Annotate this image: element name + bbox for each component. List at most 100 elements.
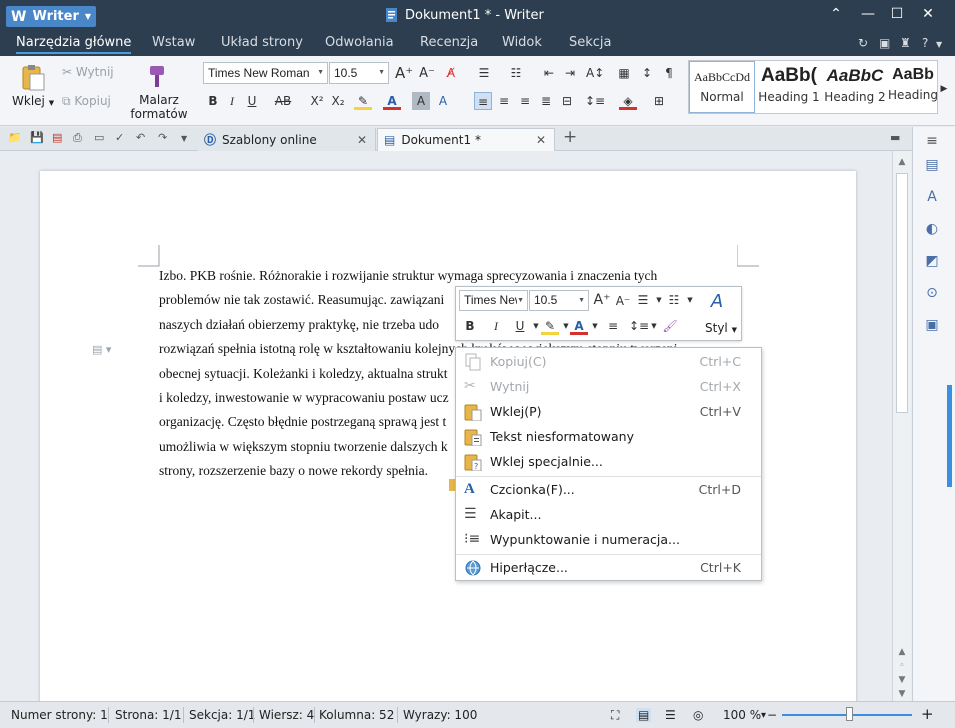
tab-review[interactable]: Recenzja xyxy=(420,35,478,50)
paste-icon[interactable] xyxy=(20,64,46,92)
mini-font-color-dropdown-icon[interactable]: ▼ xyxy=(586,317,604,335)
print-icon[interactable]: ⎙ xyxy=(73,131,82,145)
menu-item-paste[interactable]: Wklej(P) Ctrl+V xyxy=(456,400,761,424)
menu-item-copy[interactable]: Kopiuj(C) Ctrl+C xyxy=(456,350,761,374)
format-painter-icon[interactable] xyxy=(145,64,169,90)
decrease-indent-icon[interactable]: ⇤ xyxy=(540,64,558,82)
sidebar-menu-icon[interactable]: ≡ xyxy=(923,133,941,151)
style-heading-2[interactable]: AaBbC Heading 2 xyxy=(822,61,888,113)
bold-icon[interactable]: B xyxy=(204,92,222,110)
mini-font-name-select[interactable]: Times New Roman▼ xyxy=(459,290,528,311)
highlight-icon[interactable]: ✎ xyxy=(354,92,372,110)
font-name-select[interactable]: Times New Roman ▼ xyxy=(203,62,328,84)
selection-pane-icon[interactable]: ◩ xyxy=(923,253,941,271)
help-button[interactable]: ? xyxy=(922,36,928,50)
undo-icon[interactable]: ↶ xyxy=(136,131,145,144)
app-menu-button[interactable]: W Writer ▼ xyxy=(6,6,96,27)
backup-pane-icon[interactable]: ⊙ xyxy=(923,285,941,303)
table-icon[interactable]: ▦ xyxy=(615,64,633,82)
subscript-icon[interactable]: X₂ xyxy=(329,92,347,110)
mini-shrink-font-icon[interactable]: A⁻ xyxy=(614,292,632,310)
redo-icon[interactable]: ↷ xyxy=(158,131,167,144)
web-view-icon[interactable]: ◎ xyxy=(693,708,703,722)
styles-scroll-icon[interactable]: ▶ xyxy=(938,80,950,98)
menu-item-hyperlink[interactable]: Hiperłącze... Ctrl+K xyxy=(456,556,761,580)
shapes-pane-icon[interactable]: ◐ xyxy=(923,221,941,239)
tab-view[interactable]: Widok xyxy=(502,35,542,50)
quick-access-dropdown-icon[interactable]: ▼ xyxy=(181,134,187,143)
close-button[interactable]: ✕ xyxy=(918,6,938,22)
limit-editing-icon[interactable]: ▣ xyxy=(923,317,941,335)
menu-item-paragraph[interactable]: ☰ Akapit... xyxy=(456,503,761,527)
grow-font-icon[interactable]: A⁺ xyxy=(395,64,413,82)
select-browse-icon[interactable]: ◦ xyxy=(896,661,908,671)
char-shading-icon[interactable]: A xyxy=(412,92,430,110)
align-right-icon[interactable]: ≡ xyxy=(516,92,534,110)
font-size-select[interactable]: 10.5 ▼ xyxy=(329,62,389,84)
spell-check-icon[interactable]: ✓ xyxy=(115,131,124,144)
increase-indent-icon[interactable]: ⇥ xyxy=(561,64,579,82)
scroll-up-icon[interactable]: ▲ xyxy=(896,157,908,167)
menu-item-bullets-numbering[interactable]: ⁝≡ Wypunktowanie i numeracja... xyxy=(456,528,761,552)
new-doc-pane-icon[interactable]: ▤ xyxy=(923,157,941,175)
superscript-icon[interactable]: X² xyxy=(308,92,326,110)
mini-grow-font-icon[interactable]: A⁺ xyxy=(593,291,611,309)
style-heading-1[interactable]: AaBb( Heading 1 xyxy=(756,61,822,113)
zoom-level[interactable]: 100 % xyxy=(723,708,761,722)
minimize-button[interactable]: — xyxy=(858,6,878,22)
print-preview-icon[interactable]: ▭ xyxy=(94,131,104,144)
align-center-icon[interactable]: ≡ xyxy=(495,92,513,110)
borders-icon[interactable]: ⊞ xyxy=(650,92,668,110)
scroll-down-icon[interactable]: ▼ xyxy=(896,689,908,699)
char-border-icon[interactable]: A xyxy=(434,92,452,110)
mini-numbering-dropdown-icon[interactable]: ▼ xyxy=(681,291,699,309)
sort-icon[interactable]: ↕ xyxy=(638,64,656,82)
shrink-font-icon[interactable]: A⁻ xyxy=(418,65,436,83)
sidebar-expand-handle[interactable] xyxy=(947,385,952,487)
copy-button[interactable]: ⧉ Kopiuj xyxy=(62,94,111,109)
scroll-thumb[interactable] xyxy=(896,173,908,413)
menu-item-font[interactable]: A Czcionka(F)... Ctrl+D xyxy=(456,478,761,502)
tab-online-templates[interactable]: Ⓓ Szablony online ✕ xyxy=(198,128,376,151)
close-tab-icon[interactable]: ✕ xyxy=(536,133,546,147)
collapse-ribbon-icon[interactable]: ⌃ xyxy=(826,6,846,22)
vertical-scrollbar[interactable]: ▲ ▲ ◦ ▼ ▼ xyxy=(892,151,911,701)
menu-item-paste-special[interactable]: ? Wklej specjalnie... xyxy=(456,450,761,474)
skin-icon[interactable]: ♜ xyxy=(900,36,911,50)
mini-format-painter-icon[interactable]: 🖌 xyxy=(661,317,679,335)
format-painter-button[interactable]: Malarz formatów xyxy=(124,93,194,121)
strikethrough-icon[interactable]: AB xyxy=(273,92,293,110)
mini-bold-icon[interactable]: B xyxy=(461,317,479,335)
prev-page-icon[interactable]: ▲ xyxy=(896,647,908,657)
paragraph-shading-icon[interactable]: ◈ xyxy=(619,92,637,110)
mini-align-center-icon[interactable]: ≡ xyxy=(604,317,622,335)
zoom-slider-thumb[interactable] xyxy=(846,707,853,721)
next-page-icon[interactable]: ▼ xyxy=(896,675,908,685)
numbering-icon[interactable]: ☷ xyxy=(507,64,525,82)
outline-view-icon[interactable]: ☰ xyxy=(665,708,676,722)
mini-style-icon[interactable]: A xyxy=(708,293,726,311)
new-tab-icon[interactable]: + xyxy=(563,127,577,147)
distributed-icon[interactable]: ⊟ xyxy=(558,92,576,110)
menu-item-paste-unformatted[interactable]: Tekst niesformatowany xyxy=(456,425,761,449)
mini-style-button[interactable]: Styl ▼ xyxy=(705,321,737,335)
tab-document[interactable]: ▤ Dokument1 * ✕ xyxy=(377,128,555,151)
italic-icon[interactable]: I xyxy=(223,92,241,110)
paste-button[interactable]: Wklej ▼ xyxy=(12,94,54,108)
zoom-in-button[interactable]: + xyxy=(921,705,934,723)
close-tab-icon[interactable]: ✕ xyxy=(357,133,367,147)
justify-icon[interactable]: ≣ xyxy=(537,92,555,110)
font-color-icon[interactable]: A xyxy=(383,92,401,110)
tab-insert[interactable]: Wstaw xyxy=(152,35,195,50)
menu-item-cut[interactable]: ✂ Wytnij Ctrl+X xyxy=(456,375,761,399)
style-normal[interactable]: AaBbCcDd Normal xyxy=(689,61,755,113)
line-spacing-icon[interactable]: ↕≡ xyxy=(585,92,605,110)
change-case-icon[interactable]: A↕ xyxy=(586,64,604,82)
show-marks-icon[interactable]: ¶ xyxy=(660,64,678,82)
account-icon[interactable]: ▣ xyxy=(879,36,890,50)
sync-icon[interactable]: ↻ xyxy=(858,36,868,50)
fullscreen-view-icon[interactable]: ⛶ xyxy=(611,708,619,723)
export-pdf-icon[interactable]: ▤ xyxy=(52,131,62,144)
tab-page-layout[interactable]: Układ strony xyxy=(221,35,303,50)
open-icon[interactable]: 📁 xyxy=(8,131,22,144)
